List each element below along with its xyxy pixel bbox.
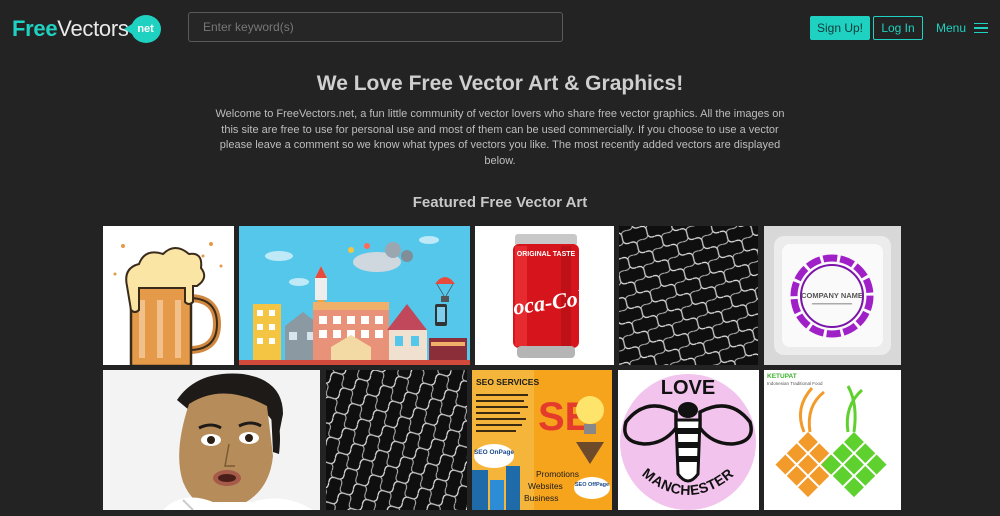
logo-free-text: Free: [12, 16, 58, 41]
ketupat-title: KETUPAT: [767, 373, 797, 380]
coke-tagline: ORIGINAL TASTE: [517, 251, 576, 258]
featured-tile-city[interactable]: [239, 226, 470, 365]
seo-title: SEO SERVICES: [476, 377, 539, 387]
featured-tile-ketupat[interactable]: KETUPAT Indonesian Traditional Food: [764, 370, 901, 510]
wave-pattern-image-1: [619, 226, 758, 365]
featured-tile-beer[interactable]: [103, 226, 234, 365]
coke-can-image: ORIGINAL TASTE Coca-Cola: [475, 226, 614, 365]
featured-tile-seo[interactable]: SEO SERVICES SE SEO OnPage SEO OffPage P…: [472, 370, 612, 510]
logo-net-badge: net: [123, 15, 161, 43]
city-illustration-image: [239, 226, 470, 365]
featured-tile-portrait[interactable]: [103, 370, 320, 510]
ketupat-image: KETUPAT Indonesian Traditional Food: [764, 370, 901, 510]
company-logo-image: COMPANY NAME: [764, 226, 901, 365]
seo-offpage: SEO OffPage: [575, 482, 609, 488]
seo-services-image: SEO SERVICES SE SEO OnPage SEO OffPage P…: [472, 370, 612, 510]
site-header: Free Vectors net Sign Up! Log In Menu: [0, 0, 1000, 56]
seo-item-business: Business: [524, 493, 559, 503]
love-manchester-image: LOVE MANCHESTER: [618, 370, 759, 510]
login-button[interactable]: Log In: [873, 16, 923, 40]
menu-button[interactable]: Menu: [936, 21, 989, 35]
page-title: We Love Free Vector Art & Graphics!: [316, 72, 684, 95]
featured-tile-love-manchester[interactable]: LOVE MANCHESTER: [618, 370, 759, 510]
intro-paragraph: Welcome to FreeVectors.net, a fun little…: [215, 108, 785, 167]
featured-tile-company[interactable]: COMPANY NAME: [764, 226, 901, 365]
portrait-image: [103, 370, 320, 510]
featured-tile-wave-pattern-1[interactable]: [619, 226, 758, 365]
signup-button[interactable]: Sign Up!: [810, 16, 870, 40]
logo-vectors-text: Vectors: [57, 16, 129, 41]
company-name-text: COMPANY NAME: [801, 291, 863, 300]
search-input[interactable]: [188, 12, 563, 42]
seo-item-websites: Websites: [528, 481, 563, 491]
featured-section-title: Featured Free Vector Art: [412, 194, 588, 211]
beer-mug-image: [103, 226, 234, 365]
hamburger-icon: [974, 22, 989, 34]
site-logo[interactable]: Free Vectors net: [12, 14, 161, 44]
wave-pattern-image-2: [326, 370, 467, 510]
ketupat-subtitle: Indonesian Traditional Food: [767, 381, 823, 386]
seo-onpage: SEO OnPage: [474, 449, 514, 456]
featured-tile-wave-pattern-2[interactable]: [326, 370, 467, 510]
menu-label: Menu: [936, 21, 967, 35]
love-text: LOVE: [661, 377, 715, 399]
seo-item-promotions: Promotions: [536, 469, 579, 479]
featured-tile-coke[interactable]: ORIGINAL TASTE Coca-Cola: [475, 226, 614, 365]
